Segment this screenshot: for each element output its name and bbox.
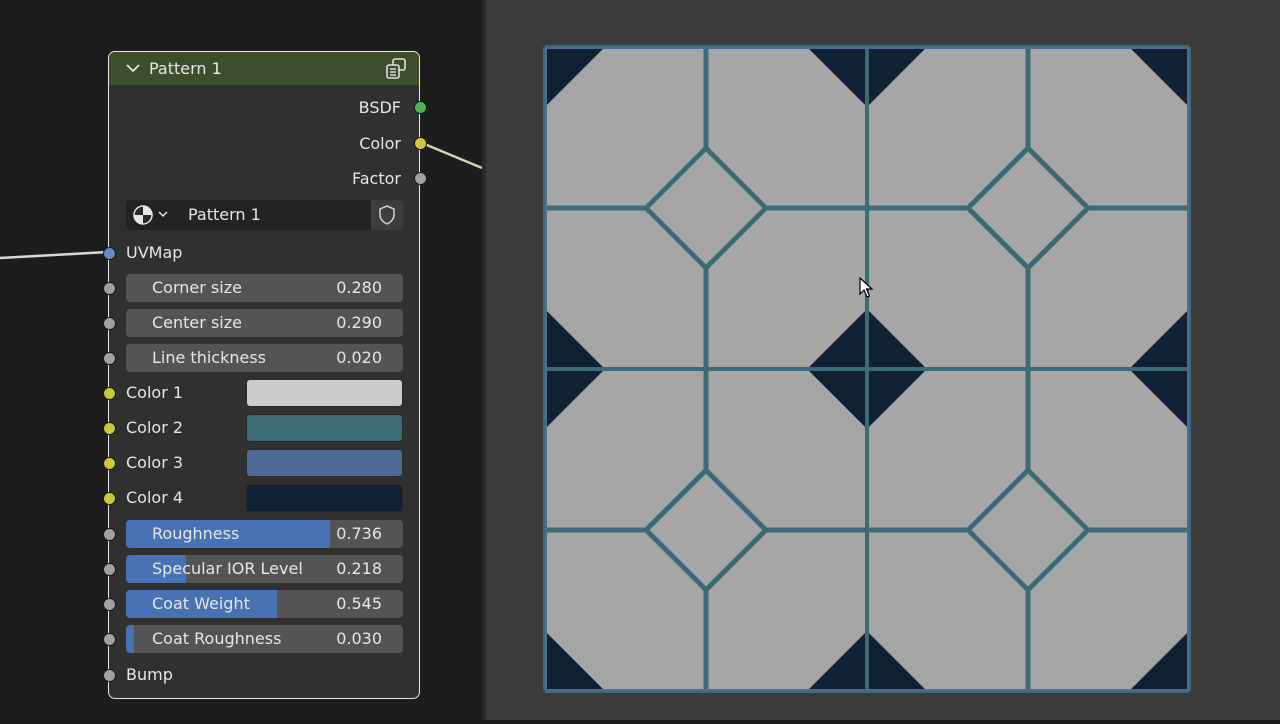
input-color4-socket[interactable] (103, 492, 116, 505)
output-bsdf-socket[interactable] (414, 101, 427, 114)
roughness-label: Roughness (152, 524, 240, 543)
roughness-slider[interactable]: Roughness 0.736 (126, 520, 403, 548)
corner-size-field[interactable]: Corner size 0.280 (126, 274, 403, 302)
coat-weight-slider[interactable]: Coat Weight 0.545 (126, 590, 403, 618)
color3-swatch[interactable] (246, 449, 403, 477)
input-color1-socket[interactable] (103, 387, 116, 400)
chevron-down-icon[interactable] (158, 209, 168, 219)
center-size-field[interactable]: Center size 0.290 (126, 309, 403, 337)
input-color3-label: Color 3 (126, 453, 184, 472)
input-roughness-socket[interactable] (103, 528, 116, 541)
output-color-socket[interactable] (414, 137, 427, 150)
uvmap-link (0, 250, 109, 260)
output-factor-socket[interactable] (414, 172, 427, 185)
specular-label: Specular IOR Level (152, 559, 303, 578)
chevron-down-icon[interactable] (126, 61, 140, 75)
corner-size-label: Corner size (152, 278, 242, 297)
input-specular-socket[interactable] (103, 563, 116, 576)
input-corner-size-socket[interactable] (103, 282, 116, 295)
output-color-label: Color (359, 134, 401, 153)
shield-icon (379, 205, 395, 225)
line-thickness-value: 0.020 (336, 348, 382, 367)
color2-swatch[interactable] (246, 414, 403, 442)
output-bsdf-label: BSDF (358, 98, 401, 117)
input-color3-socket[interactable] (103, 457, 116, 470)
coat-roughness-label: Coat Roughness (152, 629, 282, 648)
node-editor-area[interactable]: Pattern 1 BSDF Color Factor Pattern 1 UV… (0, 0, 482, 720)
input-uvmap-label: UVMap (126, 243, 183, 262)
line-thickness-field[interactable]: Line thickness 0.020 (126, 344, 403, 372)
output-factor-label: Factor (352, 169, 401, 188)
center-size-label: Center size (152, 313, 242, 332)
coat-roughness-fill (126, 625, 135, 653)
input-center-size-socket[interactable] (103, 317, 116, 330)
material-selector[interactable]: Pattern 1 (126, 200, 403, 230)
input-line-thickness-socket[interactable] (103, 352, 116, 365)
node-header[interactable]: Pattern 1 (109, 52, 419, 85)
input-color2-label: Color 2 (126, 418, 184, 437)
coat-weight-label: Coat Weight (152, 594, 250, 613)
input-coat-roughness-socket[interactable] (103, 633, 116, 646)
fake-user-button[interactable] (371, 200, 403, 230)
input-uvmap-socket[interactable] (103, 247, 116, 260)
color-output-link (421, 141, 482, 170)
center-size-value: 0.290 (336, 313, 382, 332)
coat-roughness-value: 0.030 (336, 629, 382, 648)
tile-preview (543, 45, 1191, 693)
input-color1-label: Color 1 (126, 383, 184, 402)
corner-size-value: 0.280 (336, 278, 382, 297)
coat-roughness-slider[interactable]: Coat Roughness 0.030 (126, 625, 403, 653)
input-color2-socket[interactable] (103, 422, 116, 435)
input-coat-weight-socket[interactable] (103, 598, 116, 611)
color4-swatch[interactable] (246, 484, 403, 512)
line-thickness-label: Line thickness (152, 348, 267, 367)
input-bump-label: Bump (126, 665, 173, 684)
color1-swatch[interactable] (246, 379, 403, 407)
material-name[interactable]: Pattern 1 (188, 205, 261, 224)
pattern-node[interactable]: Pattern 1 BSDF Color Factor Pattern 1 UV… (103, 51, 427, 699)
input-bump-socket[interactable] (103, 669, 116, 682)
coat-weight-value: 0.545 (336, 594, 382, 613)
roughness-value: 0.736 (336, 524, 382, 543)
node-title: Pattern 1 (149, 59, 222, 78)
mouse-cursor-icon (859, 277, 874, 298)
specular-value: 0.218 (336, 559, 382, 578)
specular-ior-slider[interactable]: Specular IOR Level 0.218 (126, 555, 403, 583)
preview-viewport[interactable] (486, 0, 1280, 720)
input-color4-label: Color 4 (126, 488, 184, 507)
node-group-icon[interactable] (384, 57, 408, 81)
material-icon[interactable] (132, 205, 154, 225)
